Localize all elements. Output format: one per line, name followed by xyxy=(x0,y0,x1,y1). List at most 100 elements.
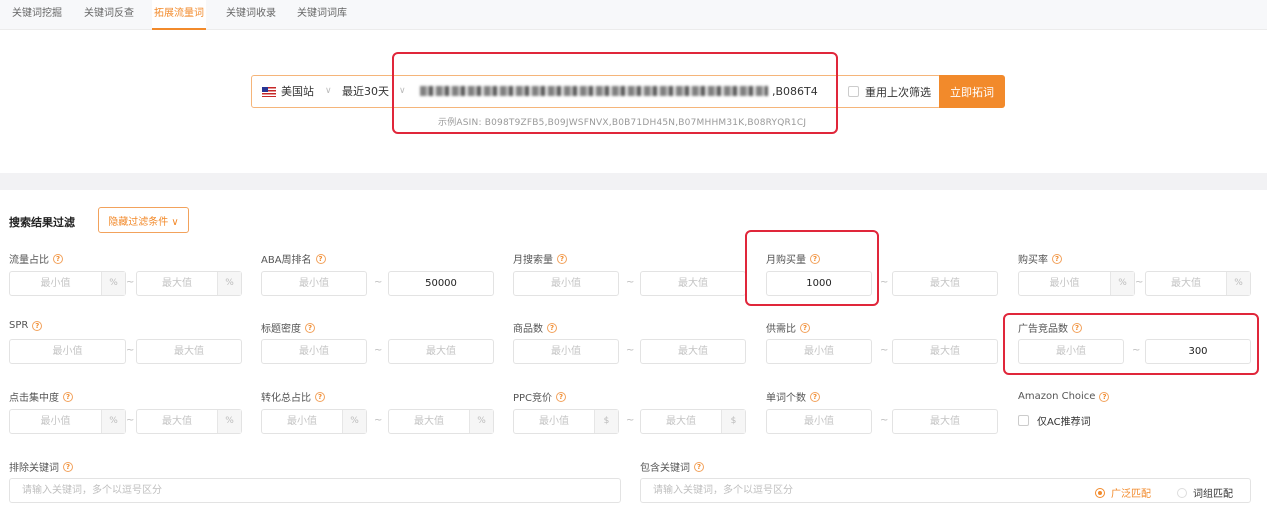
word-count-min[interactable] xyxy=(766,409,872,434)
ppc-bid-max-input[interactable] xyxy=(641,410,721,433)
search-bar: 美国站 ∨ 最近30天 ∨ ,B086T4 重用上次筛选 xyxy=(251,75,941,108)
exclude-keywords-field[interactable] xyxy=(9,478,621,503)
traffic-share-max[interactable]: % xyxy=(136,271,242,296)
monthly-search-min-input[interactable] xyxy=(514,272,618,295)
supply-demand-max-input[interactable] xyxy=(893,340,997,363)
monthly-purchase-min[interactable] xyxy=(766,271,872,296)
monthly-search-max[interactable] xyxy=(640,271,746,296)
monthly-purchase-min-input[interactable] xyxy=(767,272,871,295)
spr-min-input[interactable] xyxy=(10,340,125,363)
label-text: 购买率 xyxy=(1018,255,1048,266)
spr-max[interactable] xyxy=(136,339,242,364)
include-keywords-input[interactable] xyxy=(641,479,1250,502)
tab-keyword-reverse[interactable]: 关键词反查 xyxy=(82,0,136,30)
product-count-max-input[interactable] xyxy=(641,340,745,363)
help-icon[interactable]: ? xyxy=(810,253,820,264)
site-select[interactable]: 美国站 ∨ xyxy=(262,76,332,107)
conversion-share-min[interactable]: % xyxy=(261,409,367,434)
help-icon[interactable]: ? xyxy=(810,391,820,402)
help-icon[interactable]: ? xyxy=(1072,322,1082,333)
ad-competitors-min[interactable] xyxy=(1018,339,1124,364)
help-icon[interactable]: ? xyxy=(694,461,704,472)
tab-keyword-index[interactable]: 关键词收录 xyxy=(224,0,278,30)
help-icon[interactable]: ? xyxy=(1052,253,1062,264)
word-count-max-input[interactable] xyxy=(893,410,997,433)
help-icon[interactable]: ? xyxy=(315,391,325,402)
aba-rank-min-input[interactable] xyxy=(262,272,366,295)
exclude-keywords-input[interactable] xyxy=(10,479,620,502)
period-select[interactable]: 最近30天 ∨ xyxy=(342,76,406,107)
conversion-share-max-input[interactable] xyxy=(389,410,469,433)
ac-only-option[interactable]: 仅AC推荐词 xyxy=(1018,413,1091,428)
percent-suffix: % xyxy=(469,410,493,433)
word-count-max[interactable] xyxy=(892,409,998,434)
click-concentration-min[interactable]: % xyxy=(9,409,126,434)
include-keywords-field[interactable] xyxy=(640,478,1251,503)
aba-rank-max[interactable] xyxy=(388,271,494,296)
title-density-max-input[interactable] xyxy=(389,340,493,363)
conversion-share-max[interactable]: % xyxy=(388,409,494,434)
help-icon[interactable]: ? xyxy=(32,320,43,331)
help-icon[interactable]: ? xyxy=(53,253,63,264)
click-concentration-max-input[interactable] xyxy=(137,410,217,433)
search-area: 美国站 ∨ 最近30天 ∨ ,B086T4 重用上次筛选 立即拓词 示例ASIN… xyxy=(0,30,1267,173)
broad-match-radio[interactable]: 广泛匹配 xyxy=(1095,485,1151,500)
hide-filters-button[interactable]: 隐藏过滤条件 ∨ xyxy=(98,207,189,233)
help-icon[interactable]: ? xyxy=(547,322,557,333)
range-dash: ~ xyxy=(626,415,635,426)
conversion-share-min-input[interactable] xyxy=(262,410,342,433)
label-title-density: 标题密度? xyxy=(261,320,315,335)
click-concentration-max[interactable]: % xyxy=(136,409,242,434)
title-density-min[interactable] xyxy=(261,339,367,364)
title-density-min-input[interactable] xyxy=(262,340,366,363)
supply-demand-max[interactable] xyxy=(892,339,998,364)
supply-demand-min-input[interactable] xyxy=(767,340,871,363)
ad-competitors-max[interactable] xyxy=(1145,339,1251,364)
help-icon[interactable]: ? xyxy=(1099,391,1110,402)
ppc-bid-min-input[interactable] xyxy=(514,410,594,433)
phrase-match-radio[interactable]: 词组匹配 xyxy=(1177,485,1233,500)
supply-demand-min[interactable] xyxy=(766,339,872,364)
tab-keyword-library[interactable]: 关键词词库 xyxy=(295,0,349,30)
tab-expand-traffic[interactable]: 拓展流量词 xyxy=(152,0,206,30)
monthly-search-max-input[interactable] xyxy=(641,272,745,295)
ppc-bid-min[interactable]: $ xyxy=(513,409,619,434)
click-concentration-min-input[interactable] xyxy=(10,410,101,433)
monthly-purchase-max[interactable] xyxy=(892,271,998,296)
aba-rank-max-input[interactable] xyxy=(389,272,493,295)
monthly-purchase-max-input[interactable] xyxy=(893,272,997,295)
product-count-min-input[interactable] xyxy=(514,340,618,363)
traffic-share-min[interactable]: % xyxy=(9,271,126,296)
word-count-min-input[interactable] xyxy=(767,410,871,433)
help-icon[interactable]: ? xyxy=(63,461,73,472)
reuse-filter-option[interactable]: 重用上次筛选 xyxy=(848,76,931,107)
help-icon[interactable]: ? xyxy=(63,391,73,402)
product-count-min[interactable] xyxy=(513,339,619,364)
purchase-rate-min-input[interactable] xyxy=(1019,272,1110,295)
spr-min[interactable] xyxy=(9,339,126,364)
traffic-share-max-input[interactable] xyxy=(137,272,217,295)
purchase-rate-max[interactable]: % xyxy=(1145,271,1251,296)
help-icon[interactable]: ? xyxy=(557,253,567,264)
help-icon[interactable]: ? xyxy=(315,253,326,264)
help-icon[interactable]: ? xyxy=(305,322,315,333)
reuse-filter-checkbox[interactable] xyxy=(848,86,859,97)
ad-competitors-max-input[interactable] xyxy=(1146,340,1250,363)
broad-match-label: 广泛匹配 xyxy=(1111,489,1151,500)
purchase-rate-max-input[interactable] xyxy=(1146,272,1226,295)
ppc-bid-max[interactable]: $ xyxy=(640,409,746,434)
ac-only-checkbox[interactable] xyxy=(1018,415,1029,426)
monthly-search-min[interactable] xyxy=(513,271,619,296)
tab-keyword-mining[interactable]: 关键词挖掘 xyxy=(10,0,64,30)
help-icon[interactable]: ? xyxy=(800,322,810,333)
title-density-max[interactable] xyxy=(388,339,494,364)
traffic-share-min-input[interactable] xyxy=(10,272,101,295)
label-conversion-share: 转化总占比? xyxy=(261,389,325,404)
aba-rank-min[interactable] xyxy=(261,271,367,296)
product-count-max[interactable] xyxy=(640,339,746,364)
purchase-rate-min[interactable]: % xyxy=(1018,271,1135,296)
help-icon[interactable]: ? xyxy=(556,391,567,402)
ad-competitors-min-input[interactable] xyxy=(1019,340,1123,363)
expand-keywords-button[interactable]: 立即拓词 xyxy=(939,75,1005,108)
spr-max-input[interactable] xyxy=(137,340,241,363)
